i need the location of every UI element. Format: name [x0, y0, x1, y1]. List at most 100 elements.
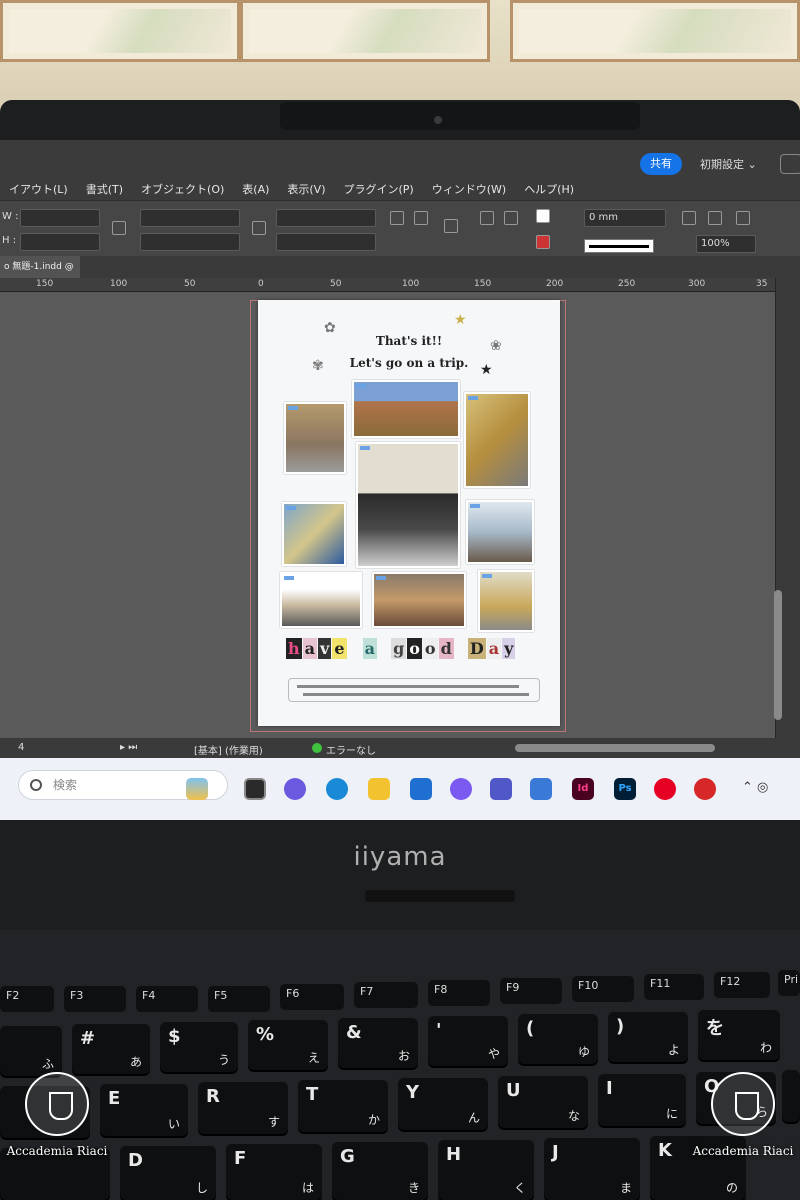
key-d[interactable]: Dし	[120, 1146, 216, 1200]
fill-swatch-icon[interactable]	[536, 209, 550, 223]
p-type-icon[interactable]	[444, 219, 458, 233]
workspace-switcher[interactable]: 初期設定 ⌄	[700, 156, 757, 172]
key-0[interactable]: をわ	[698, 1010, 780, 1060]
fit-content-icon[interactable]	[708, 211, 722, 225]
widgets-icon[interactable]	[186, 778, 208, 800]
ransom-letter: a	[486, 638, 502, 659]
horizontal-scrollbar[interactable]	[515, 744, 715, 752]
key-f[interactable]: Fは	[226, 1144, 322, 1200]
ransom-letter-text[interactable]: have a good Day	[258, 638, 560, 668]
photo-frame[interactable]	[478, 570, 534, 632]
menu-layout[interactable]: イアウト(L)	[0, 178, 77, 200]
width-input[interactable]	[20, 209, 100, 227]
rotate-icon[interactable]	[390, 211, 404, 225]
key-8[interactable]: (ゆ	[518, 1014, 598, 1064]
menu-object[interactable]: オブジェクト(O)	[132, 178, 233, 200]
opacity-input[interactable]: 100%	[696, 235, 756, 253]
key-f6[interactable]: F6	[280, 984, 344, 1010]
scale-x-input[interactable]	[140, 209, 240, 227]
menu-plugins[interactable]: プラグイン(P)	[335, 178, 423, 200]
constrain-icon[interactable]	[252, 221, 266, 235]
menu-view[interactable]: 表示(V)	[278, 178, 334, 200]
key-f5[interactable]: F5	[208, 986, 270, 1012]
teams-icon[interactable]	[490, 778, 512, 800]
style-dropdown[interactable]: [基本] (作業用)	[194, 742, 263, 757]
key-f12[interactable]: F12	[714, 972, 770, 998]
task-view-icon[interactable]	[244, 778, 266, 800]
menu-help[interactable]: ヘルプ(H)	[515, 178, 583, 200]
menu-table[interactable]: 表(A)	[233, 178, 278, 200]
edge-browser-icon[interactable]	[326, 778, 348, 800]
distribute-icon[interactable]	[504, 211, 518, 225]
key-f3[interactable]: F3	[64, 986, 126, 1012]
poster-title[interactable]: That's it!!	[258, 334, 560, 348]
photoshop-icon[interactable]: Ps	[614, 778, 636, 800]
stroke-weight-input[interactable]: 0 mm	[584, 209, 666, 227]
photo-frame[interactable]	[372, 572, 466, 628]
key-g[interactable]: Gき	[332, 1142, 428, 1200]
key-5[interactable]: % え	[248, 1020, 328, 1070]
search-icon[interactable]	[780, 154, 800, 174]
key-f7[interactable]: F7	[354, 982, 418, 1008]
key-f10[interactable]: F10	[572, 976, 634, 1002]
key-f9[interactable]: F9	[500, 978, 562, 1004]
align-icon[interactable]	[480, 211, 494, 225]
share-button[interactable]: 共有	[640, 153, 682, 175]
indesign-icon[interactable]: Id	[572, 778, 594, 800]
photo-frame[interactable]	[280, 572, 362, 628]
photo-frame[interactable]	[352, 380, 460, 438]
key-f4[interactable]: F4	[136, 986, 198, 1012]
height-input[interactable]	[20, 233, 100, 251]
key-f8[interactable]: F8	[428, 980, 490, 1006]
shear-input[interactable]	[276, 233, 376, 251]
key-y[interactable]: Yん	[398, 1078, 488, 1130]
photo-frame[interactable]	[284, 402, 346, 474]
photo-frame[interactable]	[282, 502, 346, 566]
photo-frame[interactable]	[466, 500, 534, 564]
mail-icon[interactable]	[410, 778, 432, 800]
app-icon[interactable]	[530, 778, 552, 800]
preflight-status[interactable]: エラーなし	[326, 742, 376, 757]
page-nav-icon[interactable]: ▸ ⏭	[120, 742, 137, 753]
key-2[interactable]: ふ	[0, 1026, 62, 1076]
frame-fit-icon[interactable]	[682, 211, 696, 225]
key-7[interactable]: ' や	[428, 1016, 508, 1066]
copilot-icon[interactable]	[450, 778, 472, 800]
key-f2[interactable]: F2	[0, 986, 54, 1012]
key-j[interactable]: Jま	[544, 1138, 640, 1200]
file-explorer-icon[interactable]	[368, 778, 390, 800]
pinterest-icon[interactable]	[654, 778, 676, 800]
key-h[interactable]: Hく	[438, 1140, 534, 1200]
scale-y-input[interactable]	[140, 233, 240, 251]
footer-decoration[interactable]	[288, 678, 540, 702]
key-4[interactable]: $ う	[160, 1022, 238, 1072]
chat-icon[interactable]	[284, 778, 306, 800]
vertical-scrollbar[interactable]	[774, 590, 782, 720]
photo-frame[interactable]	[356, 442, 460, 568]
menu-type[interactable]: 書式(T)	[77, 178, 132, 200]
key-6[interactable]: & お	[338, 1018, 418, 1068]
photo-frame[interactable]	[464, 392, 530, 488]
link-icon[interactable]	[112, 221, 126, 235]
stroke-swatch-icon[interactable]	[536, 235, 550, 249]
page-number-field[interactable]: 4	[18, 742, 24, 753]
tray-chevron-icon[interactable]: ⌃ ◎	[742, 780, 768, 795]
rotate-ccw-icon[interactable]	[414, 211, 428, 225]
stroke-type-dropdown[interactable]	[584, 239, 654, 253]
key-9[interactable]: ) よ	[608, 1012, 688, 1062]
key-r[interactable]: Rす	[198, 1082, 288, 1134]
rotate-input[interactable]	[276, 209, 376, 227]
document-tab[interactable]: o 無題-1.indd @ 41 %	[0, 256, 80, 294]
key-t[interactable]: Tか	[298, 1080, 388, 1132]
key-f11[interactable]: F11	[644, 974, 704, 1000]
app-red-icon[interactable]	[694, 778, 716, 800]
key-print[interactable]: Pri	[778, 970, 800, 996]
key-e[interactable]: Eい	[100, 1084, 188, 1136]
key-3[interactable]: # あ	[72, 1024, 150, 1074]
poster-subtitle[interactable]: Let's go on a trip.	[258, 356, 560, 370]
document-page[interactable]: ✿ ★ ❀ ✾ ★ That's it!! Let's go on a trip…	[258, 300, 560, 726]
menu-window[interactable]: ウィンドウ(W)	[423, 178, 515, 200]
fx-icon[interactable]	[736, 211, 750, 225]
key-i[interactable]: Iに	[598, 1074, 686, 1126]
key-u[interactable]: Uな	[498, 1076, 588, 1128]
